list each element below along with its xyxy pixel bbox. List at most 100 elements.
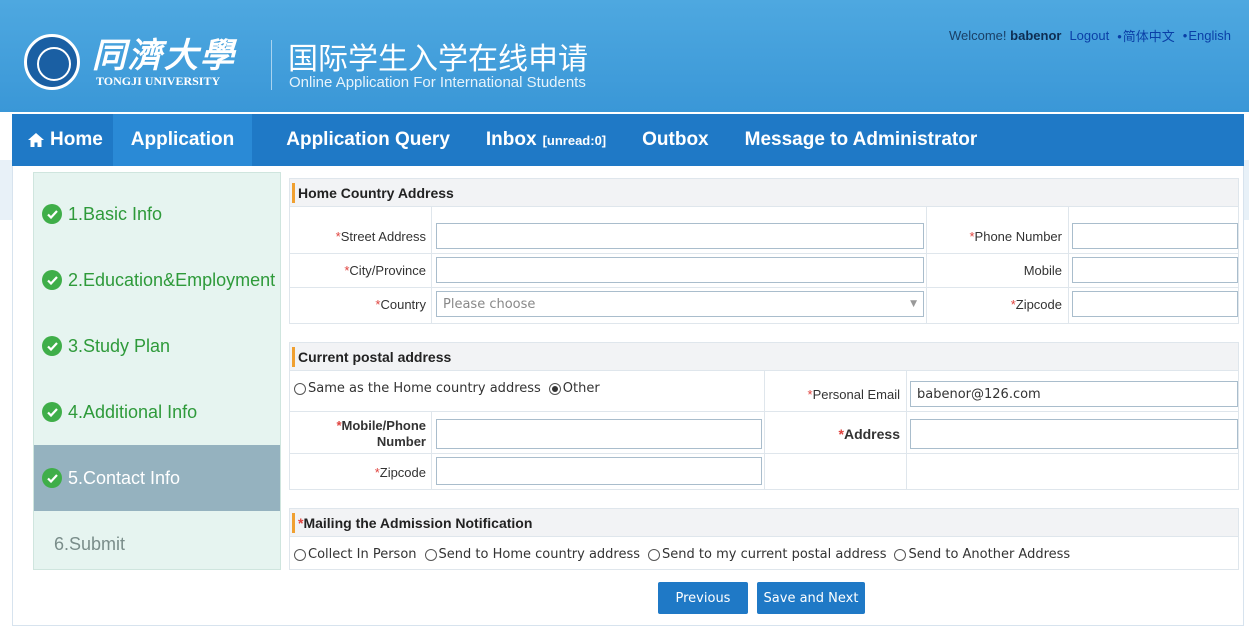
step-additional-info[interactable]: 4.Additional Info bbox=[34, 379, 280, 445]
mobile-phone-input[interactable] bbox=[436, 419, 762, 449]
city-province-input[interactable] bbox=[436, 257, 924, 283]
check-icon bbox=[42, 270, 62, 290]
welcome-label: Welcome! bbox=[948, 28, 1007, 43]
street-address-input[interactable] bbox=[436, 223, 924, 249]
check-icon bbox=[42, 336, 62, 356]
check-icon bbox=[42, 468, 62, 488]
radio-send-another-address[interactable]: Send to Another Address bbox=[894, 547, 1070, 562]
nav-message-admin[interactable]: Message to Administrator bbox=[727, 114, 996, 166]
radio-circle bbox=[424, 548, 437, 561]
grid-line bbox=[906, 371, 907, 489]
step-submit[interactable]: 6.Submit bbox=[34, 511, 280, 577]
nav-application-query[interactable]: Application Query bbox=[268, 114, 468, 166]
home-icon bbox=[28, 133, 44, 147]
nav-home[interactable]: Home bbox=[12, 114, 113, 166]
step-label: 2.Education&Employment bbox=[68, 269, 276, 290]
label-text: Personal Email bbox=[812, 386, 900, 402]
address-input[interactable] bbox=[910, 419, 1238, 449]
grid-line bbox=[290, 287, 1238, 288]
phone-number-label: * Phone Number bbox=[930, 219, 1062, 253]
radio-circle bbox=[648, 548, 661, 561]
city-province-label: * City/Province bbox=[290, 253, 426, 287]
radio-send-current-address[interactable]: Send to my current postal address bbox=[648, 547, 886, 562]
step-label: 5.Contact Info bbox=[68, 467, 181, 488]
radio-label: Collect In Person bbox=[308, 547, 417, 562]
mobile-input[interactable] bbox=[1072, 257, 1238, 283]
lang-chinese-link[interactable]: 简体中文 bbox=[1117, 26, 1175, 45]
step-label: 3.Study Plan bbox=[68, 335, 171, 356]
home-address-section: Home Country Address * Street Address * Ph… bbox=[289, 178, 1239, 324]
mailing-options: Collect In Person Send to Home country a… bbox=[294, 547, 1078, 562]
radio-label: Other bbox=[562, 381, 600, 396]
radio-same-as-home[interactable]: Same as the Home country address bbox=[294, 381, 541, 396]
section-title-text: Mailing the Admission Notification bbox=[303, 514, 533, 531]
radio-collect-in-person[interactable]: Collect In Person bbox=[294, 547, 417, 562]
site-title-english: Online Application For International Stu… bbox=[289, 74, 586, 91]
radio-circle bbox=[294, 382, 306, 395]
personal-email-label: * Personal Email bbox=[768, 377, 901, 411]
zipcode-label: * Zipcode bbox=[930, 287, 1062, 321]
country-placeholder: Please choose bbox=[443, 296, 536, 312]
check-icon bbox=[42, 402, 62, 422]
radio-send-home-address[interactable]: Send to Home country address bbox=[424, 547, 641, 562]
inbox-unread-count: [unread:0] bbox=[542, 132, 607, 148]
postal-address-section: Current postal address Same as the Home … bbox=[289, 342, 1239, 490]
label-text: Mobile/Phone bbox=[341, 418, 427, 433]
phone-number-input[interactable] bbox=[1072, 223, 1238, 249]
welcome-text: Welcome! babenor bbox=[949, 28, 1061, 43]
nav-outbox[interactable]: Outbox bbox=[624, 114, 727, 166]
mobile-label: Mobile bbox=[1023, 262, 1062, 278]
nav-inbox[interactable]: Inbox [unread:0] bbox=[468, 114, 624, 166]
step-education-employment[interactable]: 2.Education&Employment bbox=[34, 247, 280, 313]
nav-application[interactable]: Application bbox=[112, 114, 253, 166]
grid-line bbox=[764, 371, 765, 489]
label-line-2: Number bbox=[376, 434, 426, 449]
logout-link[interactable]: Logout bbox=[1069, 28, 1109, 43]
grid-line bbox=[431, 411, 432, 489]
radio-other[interactable]: Other bbox=[548, 381, 600, 396]
postal-address-options: Same as the Home country address Other bbox=[294, 381, 608, 396]
postal-zipcode-label: * Zipcode bbox=[290, 455, 426, 489]
radio-circle bbox=[294, 548, 306, 561]
zipcode-input[interactable] bbox=[1072, 291, 1238, 317]
step-basic-info[interactable]: 1.Basic Info bbox=[34, 181, 280, 247]
grid-line bbox=[290, 253, 1238, 254]
label-text: Zipcode bbox=[1015, 296, 1062, 312]
step-label: 1.Basic Info bbox=[68, 203, 163, 224]
logo-chinese-name: 同濟大學 bbox=[92, 36, 236, 76]
postal-zipcode-input[interactable] bbox=[436, 457, 762, 485]
save-and-next-button[interactable]: Save and Next bbox=[757, 582, 865, 614]
radio-circle bbox=[548, 382, 561, 395]
header-divider bbox=[271, 40, 272, 90]
step-contact-info[interactable]: 5.Contact Info bbox=[34, 445, 280, 511]
step-label: 4.Additional Info bbox=[68, 401, 198, 422]
step-study-plan[interactable]: 3.Study Plan bbox=[34, 313, 280, 379]
main-nav: Home Application Application Query Inbox… bbox=[12, 114, 1244, 166]
section-title: Current postal address bbox=[290, 343, 1238, 371]
university-seal-logo bbox=[24, 34, 80, 90]
nav-inbox-label: Inbox bbox=[485, 129, 537, 150]
step-label: 6.Submit bbox=[54, 533, 126, 554]
nav-home-label: Home bbox=[50, 129, 103, 150]
radio-label: Send to Home country address bbox=[438, 547, 641, 562]
grid-line bbox=[290, 411, 1238, 412]
country-select[interactable]: Please choose ▼ bbox=[436, 291, 924, 317]
label-text: Country bbox=[380, 296, 426, 312]
personal-email-input[interactable]: babenor@126.com bbox=[910, 381, 1238, 407]
site-title-chinese: 国际学生入学在线申请 bbox=[288, 43, 588, 76]
address-label: * Address bbox=[768, 415, 900, 453]
header-banner: 同濟大學 TONGJI UNIVERSITY 国际学生入学在线申请 Online… bbox=[0, 0, 1249, 112]
label-text: Address bbox=[843, 426, 900, 442]
check-icon bbox=[42, 204, 62, 224]
main-content: 1.Basic Info 2.Education&Employment 3.St… bbox=[12, 166, 1244, 626]
radio-label: Send to my current postal address bbox=[662, 547, 887, 562]
radio-circle bbox=[894, 548, 907, 561]
radio-label: Same as the Home country address bbox=[308, 381, 541, 396]
grid-line bbox=[290, 453, 1238, 454]
section-title: * Mailing the Admission Notification bbox=[290, 509, 1238, 537]
street-address-label: * Street Address bbox=[290, 219, 426, 253]
previous-button[interactable]: Previous bbox=[658, 582, 748, 614]
lang-english-link[interactable]: English bbox=[1183, 28, 1231, 43]
steps-sidebar: 1.Basic Info 2.Education&Employment 3.St… bbox=[33, 172, 281, 570]
mobile-phone-label: *Mobile/Phone Number bbox=[290, 415, 426, 453]
